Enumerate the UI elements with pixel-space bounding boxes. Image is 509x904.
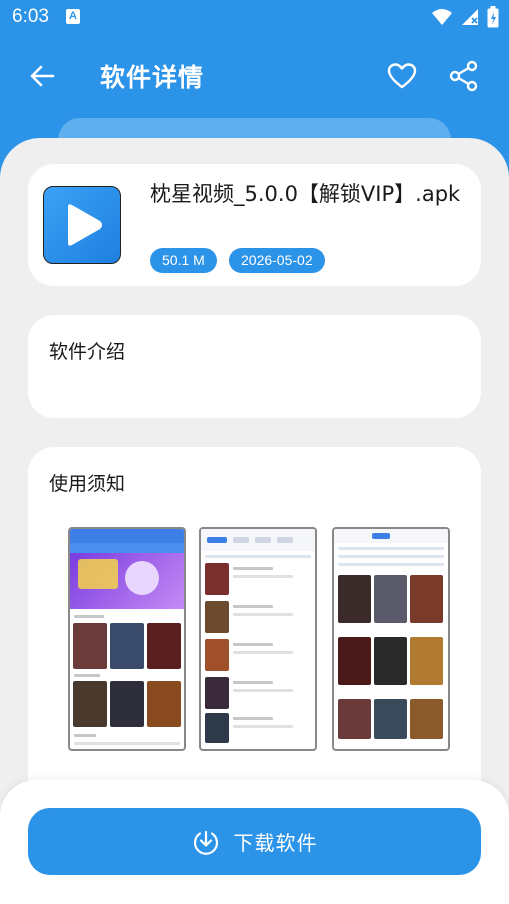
app-name: 枕星视频_5.0.0【解锁VIP】.apk	[150, 182, 461, 206]
status-bar: 6:03 A	[0, 0, 509, 36]
status-icons	[431, 6, 499, 28]
screenshot-3[interactable]	[332, 527, 450, 751]
screenshot-2[interactable]	[199, 527, 317, 751]
app-info-card: 枕星视频_5.0.0【解锁VIP】.apk 50.1 M 2026-05-02	[28, 164, 481, 286]
share-icon	[449, 60, 478, 92]
signal-icon	[462, 9, 478, 25]
intro-card: 软件介绍	[28, 315, 481, 418]
notice-card: 使用须知	[28, 447, 481, 807]
back-button[interactable]	[20, 56, 64, 96]
file-size-badge: 50.1 M	[150, 248, 217, 273]
download-button[interactable]: 下载软件	[28, 808, 481, 875]
screenshot-1[interactable]	[68, 527, 186, 751]
download-icon	[193, 830, 218, 855]
heart-icon	[387, 63, 417, 89]
share-button[interactable]	[442, 54, 486, 98]
intro-heading: 软件介绍	[49, 341, 126, 363]
back-arrow-icon	[30, 65, 55, 87]
notification-icon: A	[66, 9, 80, 24]
app-bar: 软件详情	[0, 36, 509, 116]
app-icon	[43, 186, 121, 264]
date-badge: 2026-05-02	[229, 248, 325, 273]
download-label: 下载软件	[233, 831, 318, 855]
wifi-icon	[432, 9, 452, 25]
notice-heading: 使用须知	[49, 473, 126, 495]
page-title: 软件详情	[100, 63, 205, 92]
battery-icon	[487, 6, 499, 28]
favorite-button[interactable]	[380, 54, 424, 98]
status-time: 6:03	[12, 6, 49, 27]
play-icon	[68, 204, 102, 246]
